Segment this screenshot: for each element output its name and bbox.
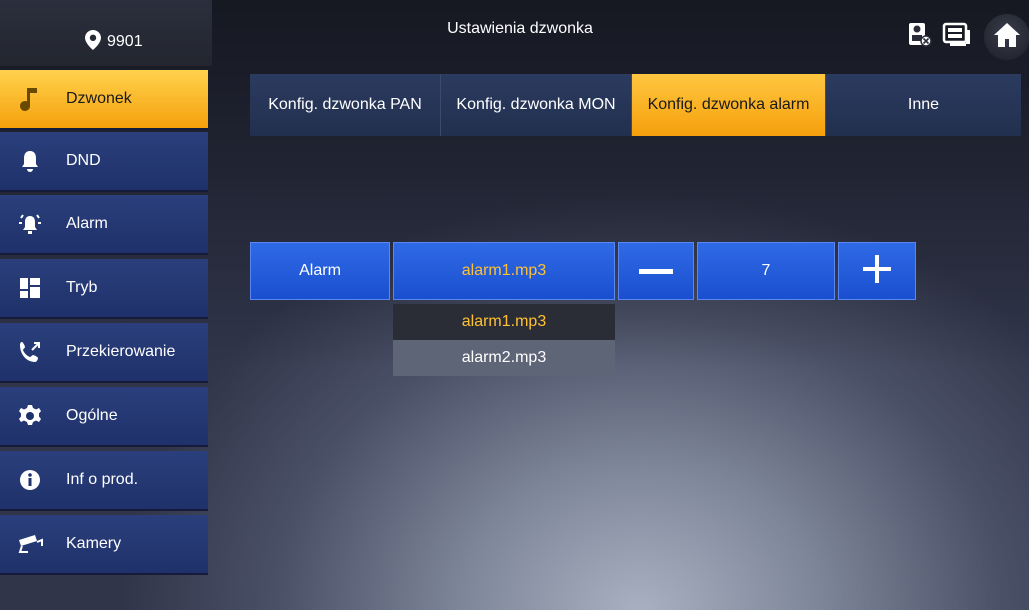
sidebar-item-przekierowanie[interactable]: Przekierowanie: [0, 323, 208, 383]
location-number: 9901: [107, 33, 143, 50]
sidebar-item-label: Inf o prod.: [66, 471, 139, 488]
bell-icon: [16, 147, 44, 175]
sidebar-item-dzwonek[interactable]: Dzwonek: [0, 70, 208, 130]
dropdown-option[interactable]: alarm1.mp3: [393, 304, 615, 340]
tab-pan[interactable]: Konfig. dzwonka PAN: [250, 74, 441, 136]
tab-bar: Konfig. dzwonka PAN Konfig. dzwonka MON …: [250, 74, 1021, 136]
sidebar-item-ogolne[interactable]: Ogólne: [0, 387, 208, 447]
location: 9901: [85, 29, 143, 55]
sidebar-item-label: Alarm: [66, 215, 108, 232]
alarm-icon: [16, 210, 44, 238]
info-icon: [16, 466, 44, 494]
tab-label: Konfig. dzwonka PAN: [268, 96, 422, 113]
sidebar-item-info[interactable]: Inf o prod.: [0, 451, 208, 511]
home-icon: [993, 22, 1021, 53]
home-button[interactable]: [984, 14, 1029, 60]
sidebar-item-label: Tryb: [66, 279, 98, 296]
sidebar-item-label: Przekierowanie: [66, 343, 176, 360]
grid-icon: [16, 274, 44, 302]
sidebar-item-label: Dzwonek: [66, 90, 132, 107]
tab-label: Inne: [907, 96, 940, 113]
header: 9901 Ustawienia dzwonka: [0, 0, 1029, 66]
alarm-label: Alarm: [250, 242, 390, 300]
call-forward-icon: [16, 338, 44, 366]
plus-icon: [863, 254, 891, 288]
sidebar-item-tryb[interactable]: Tryb: [0, 259, 208, 319]
tab-mon[interactable]: Konfig. dzwonka MON: [441, 74, 632, 136]
volume-decrease-button[interactable]: [618, 242, 694, 300]
page-title: Ustawienia dzwonka: [447, 20, 593, 37]
tab-inne[interactable]: Inne: [826, 74, 1021, 136]
sidebar-item-kamery[interactable]: Kamery: [0, 515, 208, 575]
intercom-status-icon: [906, 22, 932, 53]
sidebar-item-label: Ogólne: [66, 407, 118, 424]
dropdown-option[interactable]: alarm2.mp3: [393, 340, 615, 376]
music-note-icon: [16, 85, 44, 113]
monitor-icon[interactable]: [942, 22, 972, 53]
sidebar-item-label: DND: [66, 152, 101, 169]
tab-label: Konfig. dzwonka alarm: [647, 96, 810, 113]
volume-value: 7: [697, 242, 835, 300]
location-pin-icon: [85, 29, 101, 55]
minus-icon: [639, 262, 673, 280]
ringtone-select[interactable]: alarm1.mp3: [393, 242, 615, 300]
volume-increase-button[interactable]: [838, 242, 916, 300]
sidebar-item-label: Kamery: [66, 535, 122, 552]
tab-alarm[interactable]: Konfig. dzwonka alarm: [632, 74, 826, 136]
tab-label: Konfig. dzwonka MON: [456, 96, 616, 113]
camera-icon: [16, 530, 44, 558]
gear-icon: [16, 402, 44, 430]
sidebar-item-dnd[interactable]: DND: [0, 132, 208, 192]
ringtone-dropdown: alarm1.mp3 alarm2.mp3: [393, 304, 615, 376]
sidebar-item-alarm[interactable]: Alarm: [0, 195, 208, 255]
